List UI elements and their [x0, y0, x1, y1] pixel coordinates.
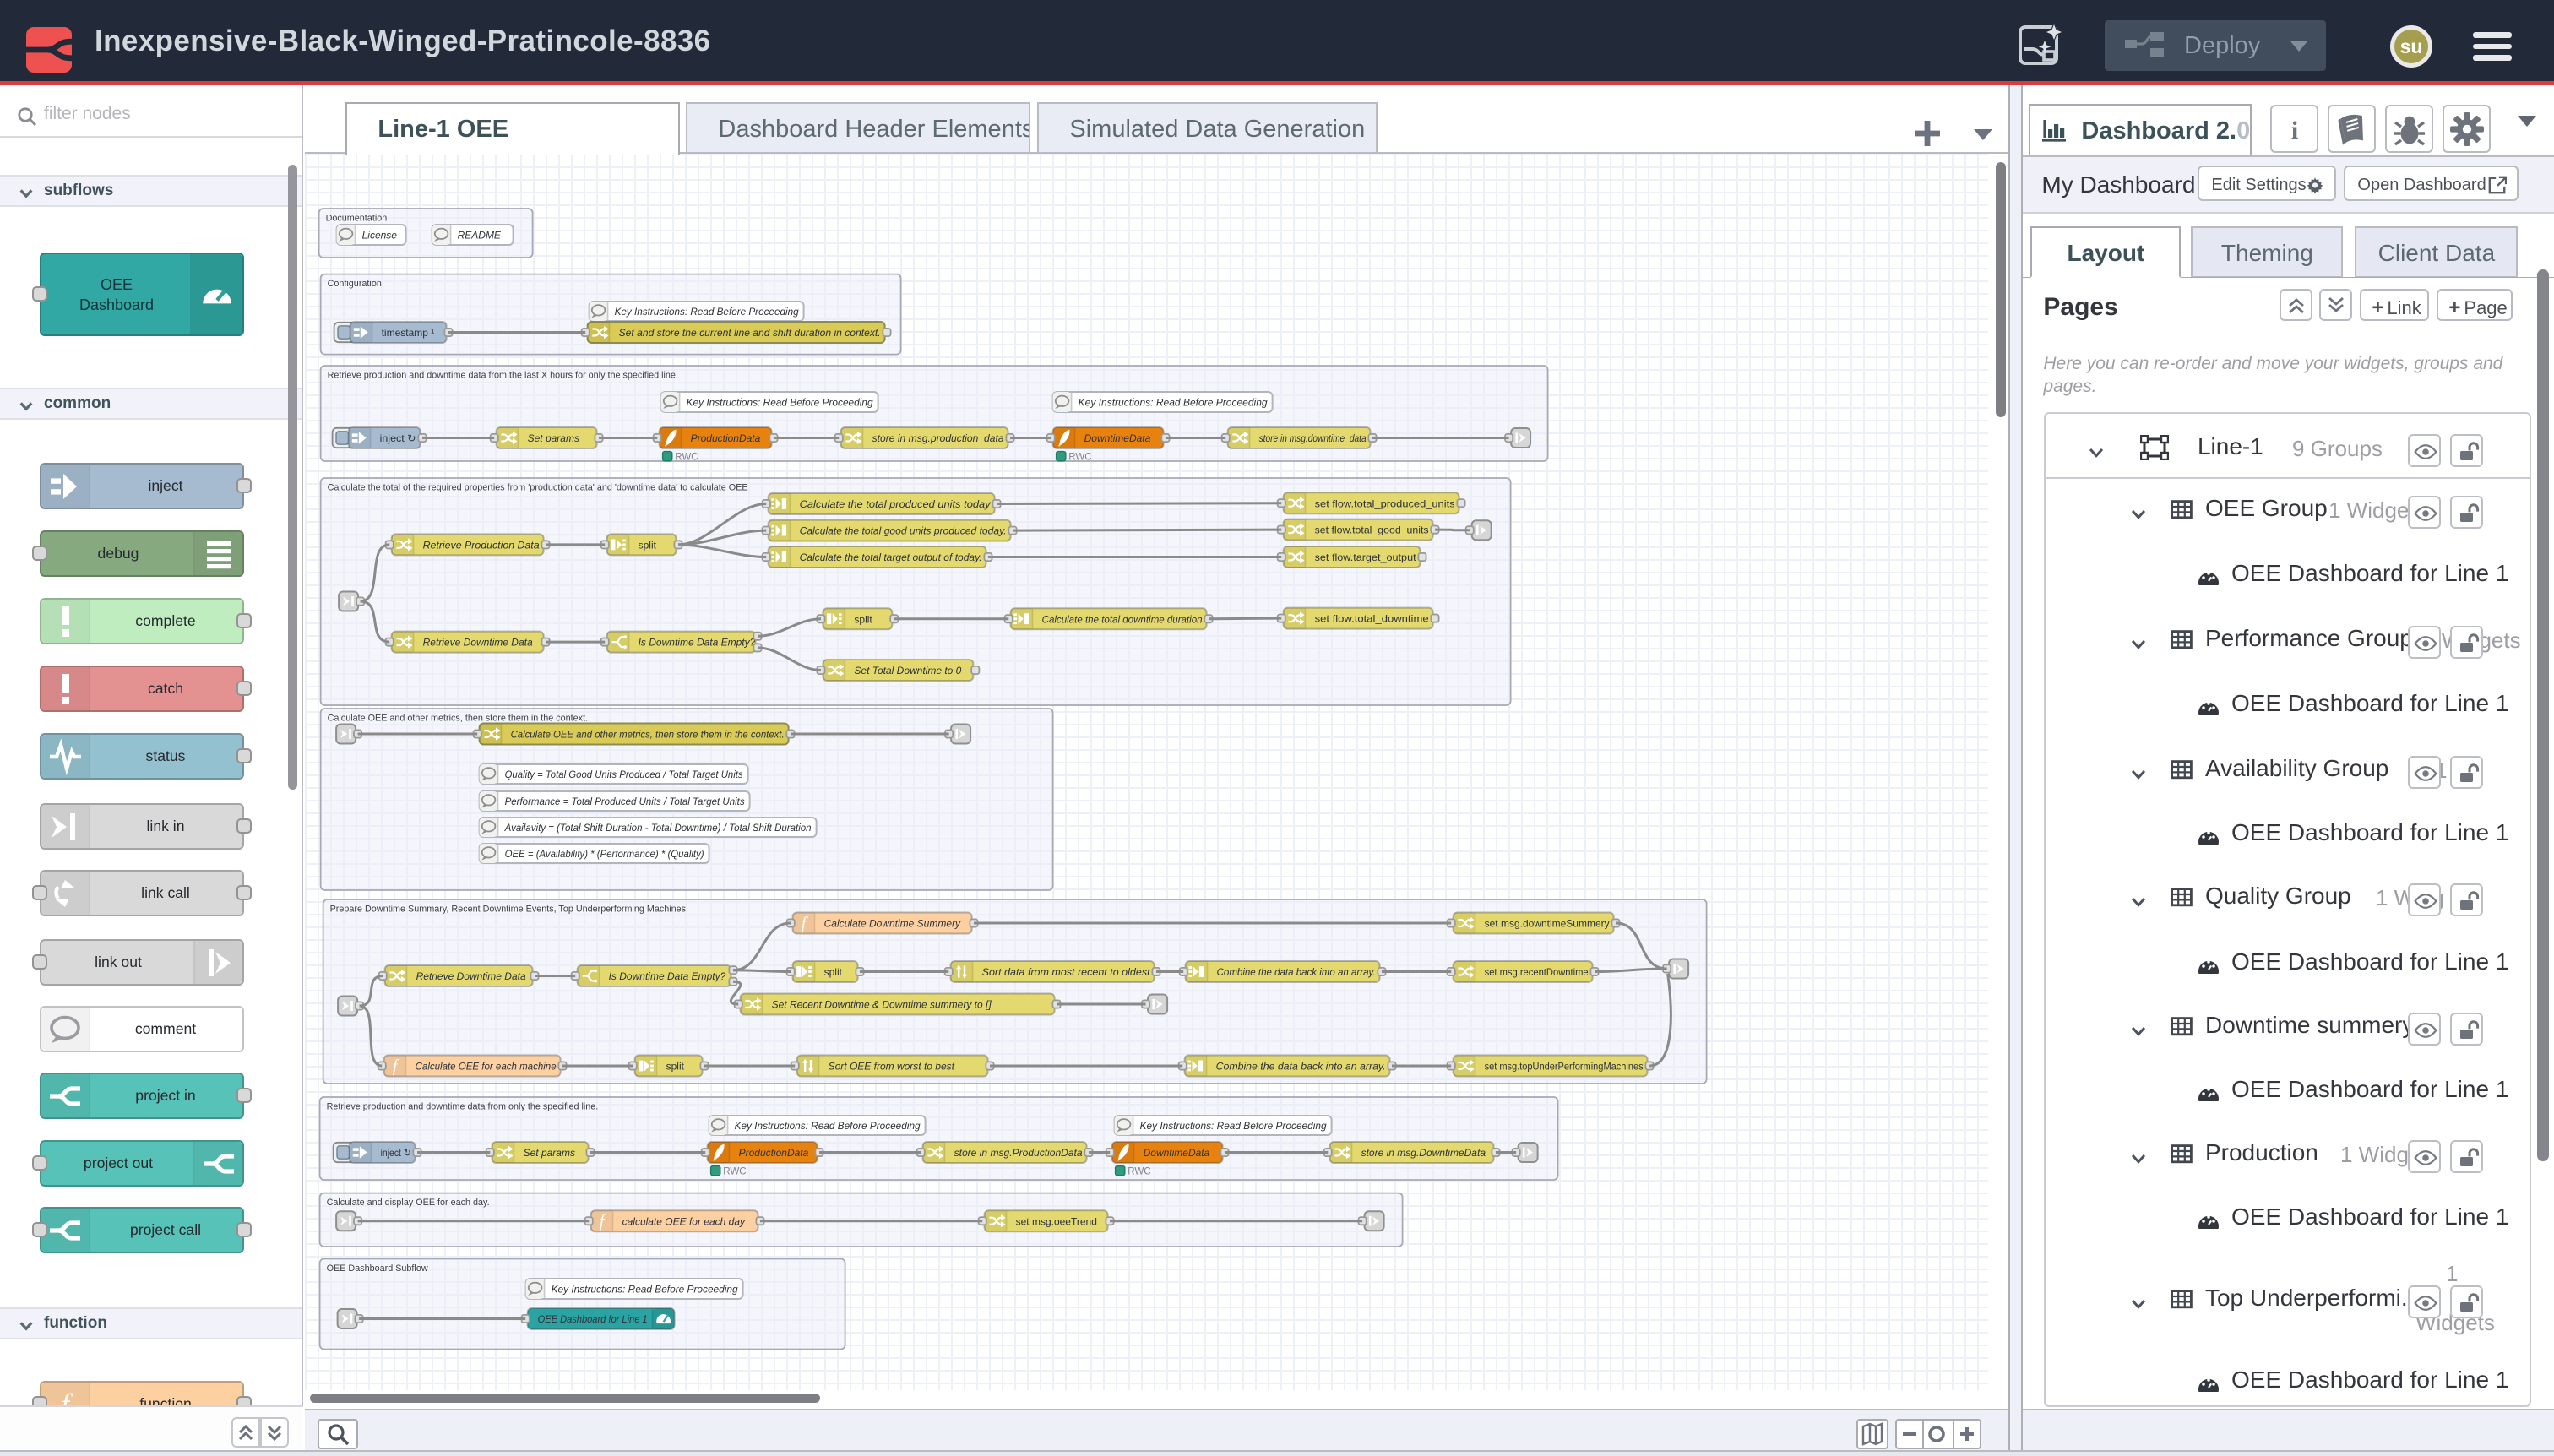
svg-text:split: split [855, 613, 873, 625]
svg-text:store in msg.DowntimeData: store in msg.DowntimeData [1361, 1147, 1486, 1159]
svg-text:store in msg.downtime_data: store in msg.downtime_data [1259, 432, 1367, 444]
svg-text:inject ↻: inject ↻ [381, 1147, 411, 1159]
svg-text:timestamp ¹: timestamp ¹ [382, 327, 435, 339]
svg-text:RWC: RWC [1128, 1166, 1151, 1177]
svg-text:RWC: RWC [724, 1166, 747, 1177]
svg-text:Configuration: Configuration [328, 279, 382, 289]
svg-text:Key Instructions: Read Before: Key Instructions: Read Before Proceeding [735, 1120, 921, 1132]
svg-text:Combine the data back into an: Combine the data back into an array. [1217, 966, 1376, 978]
svg-text:Calculate OEE and other metric: Calculate OEE and other metrics, then st… [511, 729, 785, 741]
svg-text:set flow.total_produced_units: set flow.total_produced_units [1315, 497, 1455, 509]
svg-text:inject ↻: inject ↻ [380, 432, 416, 444]
svg-text:Combine the data back into an: Combine the data back into an array. [1216, 1061, 1386, 1073]
svg-text:Set Total Downtime to 0: Set Total Downtime to 0 [855, 665, 962, 676]
svg-text:Calculate the total of the req: Calculate the total of the required prop… [328, 482, 748, 492]
svg-text:Calculate the total produced u: Calculate the total produced units today [800, 498, 992, 510]
svg-text:Performance = Total Produced U: Performance = Total Produced Units / Tot… [505, 796, 745, 807]
svg-text:set flow.total_downtime: set flow.total_downtime [1315, 613, 1429, 625]
svg-text:Calculate Downtime Summery: Calculate Downtime Summery [824, 918, 961, 930]
svg-text:Key Instructions: Read Before: Key Instructions: Read Before Proceeding [1079, 396, 1268, 408]
svg-text:ProductionData: ProductionData [739, 1147, 809, 1159]
svg-text:Sort data from most recent to: Sort data from most recent to oldest [982, 966, 1151, 978]
svg-text:Key Instructions: Read Before: Key Instructions: Read Before Proceeding [615, 306, 799, 318]
svg-text:Calculate the total downtime d: Calculate the total downtime duration [1042, 613, 1203, 625]
svg-text:Key Instructions: Read Before: Key Instructions: Read Before Proceeding [552, 1283, 738, 1295]
svg-text:Retrieve Production Data: Retrieve Production Data [423, 540, 540, 551]
svg-text:RWC: RWC [676, 452, 698, 463]
svg-text:ProductionData: ProductionData [691, 432, 761, 444]
svg-text:Set Recent Downtime & Downtime: Set Recent Downtime & Downtime summery t… [772, 999, 992, 1011]
svg-text:split: split [666, 1061, 685, 1073]
svg-text:Retrieve production and downti: Retrieve production and downtime data fr… [327, 1101, 599, 1111]
svg-text:DowntimeData: DowntimeData [1084, 432, 1151, 444]
svg-text:split: split [824, 966, 843, 978]
svg-text:OEE = (Availability) * (Perfor: OEE = (Availability) * (Performance) * (… [505, 848, 704, 860]
svg-text:Retrieve production and downti: Retrieve production and downtime data fr… [328, 370, 678, 380]
svg-text:Calculate and display OEE for: Calculate and display OEE for each day. [327, 1198, 490, 1208]
svg-text:Calculate OEE for each machine: Calculate OEE for each machine [416, 1061, 557, 1073]
svg-text:Calculate OEE and other metric: Calculate OEE and other metrics, then st… [328, 713, 588, 723]
svg-text:DowntimeData: DowntimeData [1144, 1147, 1210, 1159]
svg-text:Availavity = (Total Shift Dura: Availavity = (Total Shift Duration - Tot… [504, 822, 812, 834]
svg-text:Is Downtime Data Empty?: Is Downtime Data Empty? [609, 970, 726, 982]
svg-text:set msg.topUnderPerformingMach: set msg.topUnderPerformingMachines [1485, 1061, 1644, 1073]
svg-text:set flow.target_output: set flow.target_output [1315, 551, 1417, 563]
svg-text:f: f [61, 1388, 73, 1405]
svg-text:set msg.downtimeSummery: set msg.downtimeSummery [1485, 918, 1610, 930]
svg-text:calculate OEE for each day: calculate OEE for each day [622, 1215, 746, 1227]
svg-text:Is Downtime Data Empty?: Is Downtime Data Empty? [638, 637, 756, 649]
svg-text:set msg.recentDowntime: set msg.recentDowntime [1485, 966, 1589, 978]
svg-text:i: i [2291, 117, 2298, 144]
svg-text:Key Instructions: Read Before: Key Instructions: Read Before Proceeding [687, 396, 873, 408]
svg-text:License: License [362, 229, 398, 241]
svg-text:store in msg.production_data: store in msg.production_data [872, 432, 1004, 444]
svg-text:RWC: RWC [1069, 452, 1092, 463]
svg-text:Calculate the total target out: Calculate the total target output of tod… [800, 551, 982, 563]
svg-text:split: split [638, 540, 657, 551]
svg-text:Calculate the total good units: Calculate the total good units produced … [800, 525, 1007, 537]
svg-text:set msg.oeeTrend: set msg.oeeTrend [1016, 1215, 1097, 1227]
svg-text:Documentation: Documentation [326, 213, 388, 223]
svg-text:Retrieve Downtime Data: Retrieve Downtime Data [416, 970, 526, 982]
svg-text:Retrieve Downtime Data: Retrieve Downtime Data [423, 637, 533, 649]
svg-text:OEE Dashboard Subflow: OEE Dashboard Subflow [327, 1263, 428, 1274]
svg-text:Sort OEE from worst to best: Sort OEE from worst to best [829, 1061, 955, 1073]
svg-text:Key Instructions: Read Before: Key Instructions: Read Before Proceeding [1140, 1120, 1327, 1132]
svg-text:Set params: Set params [528, 432, 579, 444]
svg-text:OEE Dashboard for Line 1: OEE Dashboard for Line 1 [538, 1313, 648, 1325]
svg-text:Set params: Set params [524, 1147, 575, 1159]
svg-text:Prepare Downtime Summary, Rece: Prepare Downtime Summary, Recent Downtim… [330, 904, 687, 914]
svg-text:Quality = Total Good Units Pro: Quality = Total Good Units Produced / To… [505, 769, 743, 780]
svg-text:store in msg.ProductionData: store in msg.ProductionData [954, 1147, 1083, 1159]
svg-text:set flow.total_good_units: set flow.total_good_units [1315, 524, 1429, 536]
svg-text:Set and store the current line: Set and store the current line and shift… [619, 327, 881, 339]
svg-text:README: README [458, 229, 502, 241]
